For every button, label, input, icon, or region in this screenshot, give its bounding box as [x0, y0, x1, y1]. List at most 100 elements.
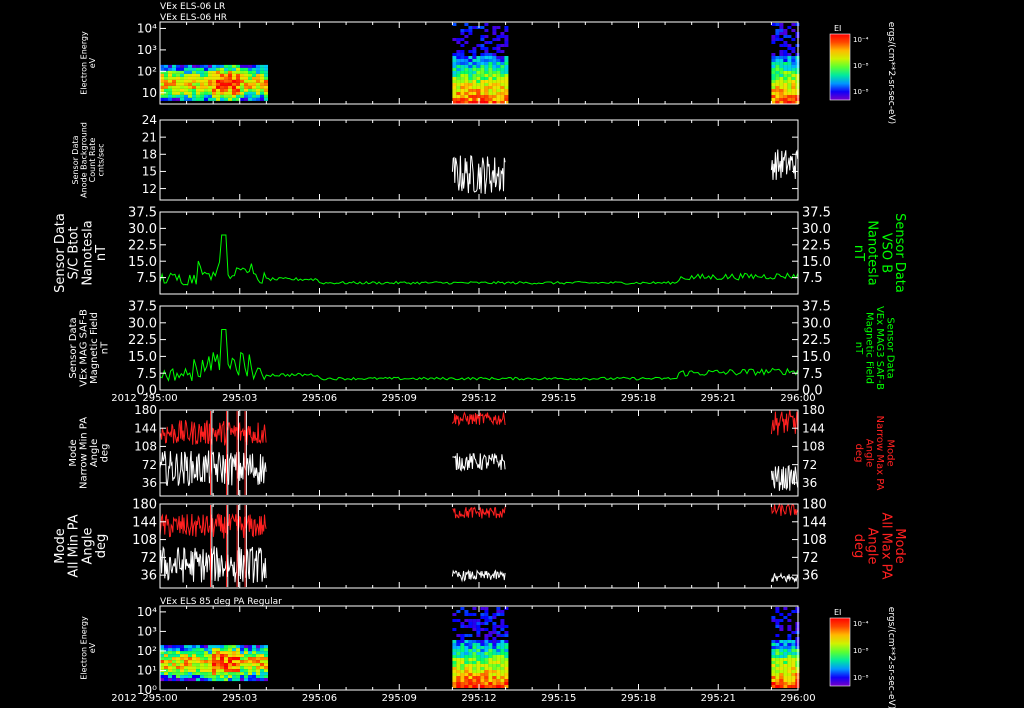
heatmap-cell: [192, 76, 196, 80]
heatmap-cell: [176, 67, 180, 71]
heatmap-cell: [783, 59, 788, 62]
y-tick-label: 10: [142, 86, 157, 100]
x-tick-label: 295:21: [701, 393, 736, 404]
heatmap-cell: [464, 65, 469, 68]
heatmap-cell: [476, 685, 481, 688]
heatmap-cell: [188, 70, 192, 74]
heatmap-cell: [456, 652, 461, 655]
heatmap-cell: [488, 640, 493, 643]
y-tick-label-right: 144: [802, 421, 825, 435]
heatmap-cell: [787, 634, 792, 637]
heatmap-cell: [160, 678, 164, 682]
heatmap-cell: [184, 663, 188, 667]
heatmap-cell: [176, 645, 180, 649]
heatmap-cell: [452, 89, 457, 92]
heatmap-cell: [484, 65, 489, 68]
heatmap-cell: [240, 666, 244, 670]
heatmap-cell: [496, 35, 501, 38]
heatmap-cell: [256, 672, 260, 676]
heatmap-cell: [252, 669, 256, 673]
heatmap-cell: [200, 657, 204, 661]
heatmap-cell: [472, 50, 477, 53]
y-tick-label: 12: [142, 182, 157, 196]
heatmap-cell: [204, 678, 208, 682]
heatmap-cell: [200, 672, 204, 676]
heatmap-cell: [216, 651, 220, 655]
heatmap-cell: [492, 32, 497, 35]
y-axis-label-right-line: deg: [853, 444, 864, 463]
heatmap-cell: [252, 651, 256, 655]
heatmap-cell: [775, 80, 780, 83]
heatmap-cell: [452, 38, 457, 41]
heatmap-cell: [500, 98, 505, 101]
heatmap-cell: [771, 664, 776, 667]
heatmap-cell: [504, 44, 509, 47]
heatmap-cell: [795, 59, 800, 62]
heatmap-cell: [771, 685, 776, 688]
y-tick-label-right: 144: [802, 515, 827, 530]
heatmap-cell: [783, 658, 788, 661]
heatmap-cell: [492, 47, 497, 50]
heatmap-cell: [180, 70, 184, 74]
heatmap-cell: [204, 73, 208, 77]
heatmap-cell: [779, 50, 784, 53]
heatmap-cell: [260, 654, 264, 658]
heatmap-cell: [472, 80, 477, 83]
heatmap-cell: [504, 35, 509, 38]
heatmap-cell: [464, 77, 469, 80]
y-axis-label-right-line: Angle: [863, 439, 874, 467]
heatmap-cell: [500, 658, 505, 661]
heatmap-cell: [484, 658, 489, 661]
heatmap-cell: [783, 679, 788, 682]
heatmap-cell: [771, 56, 776, 59]
heatmap-cell: [180, 97, 184, 101]
heatmap-cell: [452, 652, 457, 655]
heatmap-cell: [779, 62, 784, 65]
heatmap-cell: [468, 634, 473, 637]
heatmap-cell: [160, 654, 164, 658]
heatmap-cell: [228, 85, 232, 89]
heatmap-cell: [779, 98, 784, 101]
heatmap-cell: [480, 655, 485, 658]
heatmap-cell: [484, 649, 489, 652]
heatmap-cell: [456, 83, 461, 86]
heatmap-cell: [488, 74, 493, 77]
heatmap-cell: [196, 91, 200, 95]
heatmap-cell: [783, 664, 788, 667]
heatmap-cell: [452, 619, 457, 622]
heatmap-cell: [496, 667, 501, 670]
heatmap-cell: [492, 652, 497, 655]
heatmap-cell: [176, 76, 180, 80]
heatmap-cell: [488, 679, 493, 682]
heatmap-cell: [460, 71, 465, 74]
heatmap-cell: [472, 47, 477, 50]
heatmap-cell: [492, 676, 497, 679]
heatmap-cell: [260, 663, 264, 667]
heatmap-cell: [172, 67, 176, 71]
heatmap-cell: [480, 664, 485, 667]
heatmap-cell: [240, 76, 244, 80]
heatmap-cell: [779, 92, 784, 95]
heatmap-cell: [787, 628, 792, 631]
heatmap-cell: [791, 679, 796, 682]
heatmap-cell: [460, 59, 465, 62]
heatmap-cell: [775, 634, 780, 637]
heatmap-cell: [779, 664, 784, 667]
heatmap-cell: [228, 64, 232, 68]
heatmap-cell: [775, 625, 780, 628]
heatmap-cell: [200, 82, 204, 86]
heatmap-cell: [500, 646, 505, 649]
heatmap-cell: [236, 669, 240, 673]
heatmap-cell: [496, 89, 501, 92]
heatmap-cell: [488, 664, 493, 667]
heatmap-cell: [464, 95, 469, 98]
heatmap-cell: [783, 643, 788, 646]
heatmap-cell: [452, 685, 457, 688]
heatmap-cell: [464, 98, 469, 101]
heatmap-cell: [783, 607, 788, 610]
heatmap-cell: [480, 68, 485, 71]
y-axis-label-line: Magnetic Field: [89, 312, 100, 384]
heatmap-cell: [488, 652, 493, 655]
heatmap-cell: [232, 675, 236, 679]
heatmap-cell: [500, 44, 505, 47]
